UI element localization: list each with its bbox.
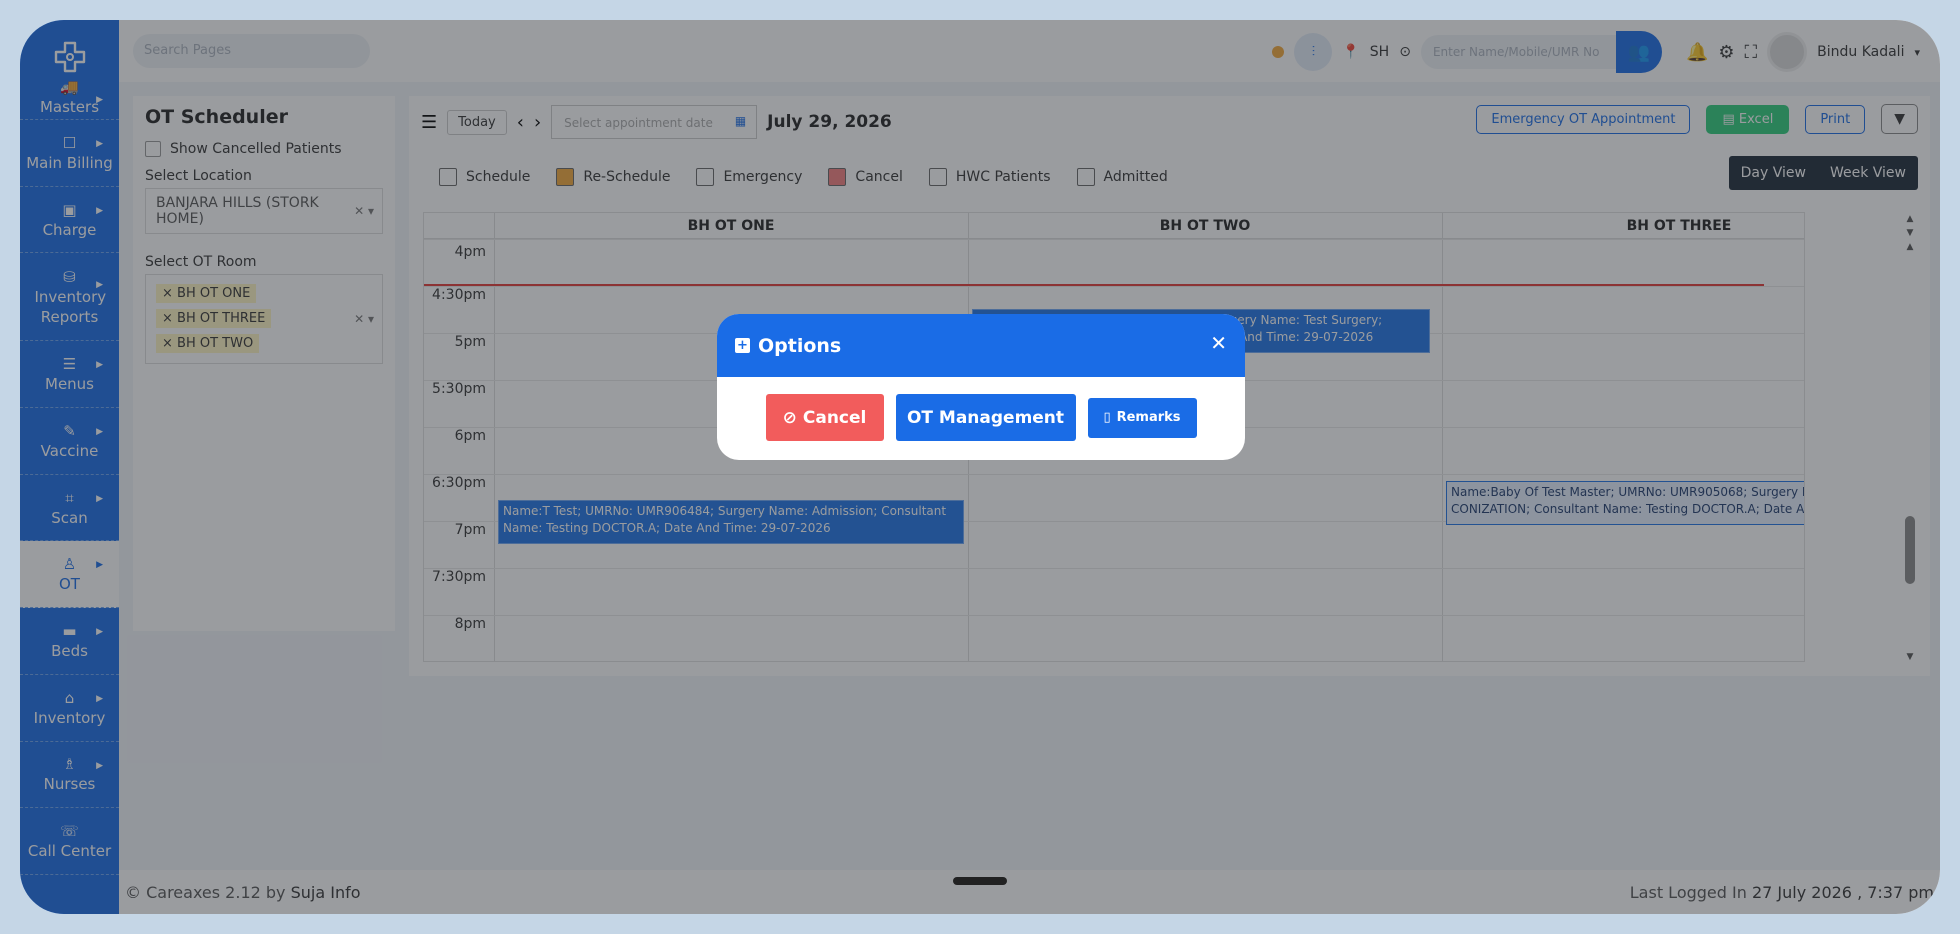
modal-header: + Options ✕	[717, 314, 1245, 377]
ban-icon: ⊘	[782, 407, 797, 428]
device-frame: 🚚 ▶ Masters ☐ ▶ Main Billing ▣ ▶ Charge ⛁ ▶ Inve…	[0, 0, 1960, 934]
modal-title: Options	[758, 334, 842, 357]
close-icon[interactable]: ✕	[1210, 331, 1227, 355]
app-screen: 🚚 ▶ Masters ☐ ▶ Main Billing ▣ ▶ Charge ⛁ ▶ Inve…	[20, 20, 1940, 914]
cancel-button[interactable]: ⊘ Cancel	[765, 394, 884, 441]
plus-square-icon: +	[735, 338, 750, 353]
modal-backdrop[interactable]	[20, 20, 1940, 914]
remarks-button[interactable]: ▯ Remarks	[1087, 397, 1197, 438]
options-modal: + Options ✕ ⊘ Cancel OT Management ▯ Remar…	[717, 314, 1245, 460]
ot-management-button[interactable]: OT Management	[895, 394, 1076, 441]
note-icon: ▯	[1103, 410, 1111, 425]
home-handle	[953, 877, 1007, 885]
